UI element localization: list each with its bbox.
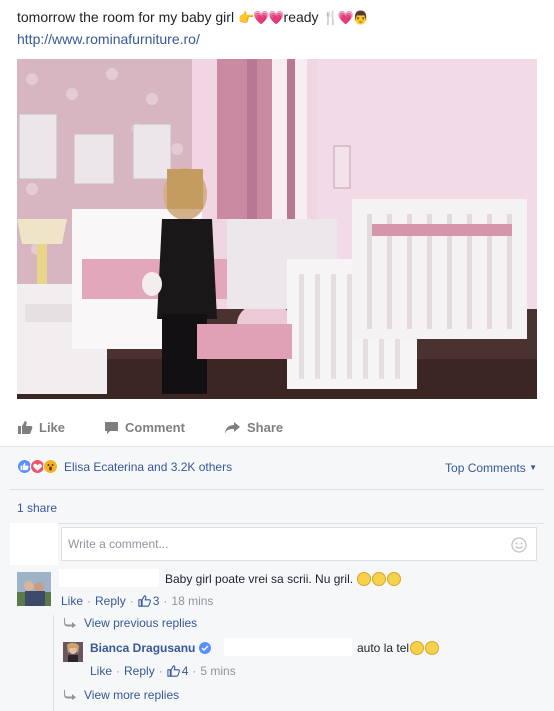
divider — [10, 489, 544, 490]
post-action-bar: Like Comment Share — [0, 412, 554, 446]
like-label: Like — [39, 420, 66, 435]
comment-button[interactable]: Comment — [104, 420, 185, 435]
shares-count[interactable]: 1 share — [17, 501, 57, 515]
wink-emoji-icon — [357, 572, 372, 586]
post-photo[interactable] — [17, 59, 537, 399]
view-previous-replies-link[interactable]: View previous replies — [64, 616, 197, 630]
caption-emojis-2: 🍴💗👨 — [322, 10, 369, 25]
nursery-room-image — [17, 59, 537, 399]
emoji-picker-icon[interactable] — [511, 537, 527, 553]
commenter-name-redacted — [59, 569, 159, 587]
comment-text: Baby girl poate vrei sa scrii. Nu gril. — [165, 572, 402, 586]
commenter-avatar[interactable] — [17, 572, 51, 606]
comment-label: Comment — [125, 420, 185, 435]
view-more-replies-label: View more replies — [84, 688, 180, 702]
share-label: Share — [247, 420, 284, 435]
wow-reaction-icon — [43, 459, 58, 474]
reactions-summary[interactable]: Elisa Ecaterina and 3.2K others — [17, 459, 232, 474]
reply-text: auto la tel — [357, 641, 440, 655]
comment-icon — [105, 421, 118, 434]
share-button[interactable]: Share — [224, 420, 283, 435]
comment-composer[interactable] — [61, 527, 537, 561]
laughing-emoji-icon — [425, 641, 440, 655]
reply-author-avatar[interactable] — [63, 642, 83, 662]
reply-author-name[interactable]: Bianca Dragusanu — [90, 641, 195, 655]
reply-like-link[interactable]: Like — [90, 664, 112, 678]
comment-input[interactable] — [62, 528, 492, 560]
reply-body: auto la tel — [357, 641, 410, 655]
thumbs-up-outline-icon — [167, 665, 180, 677]
share-arrow-icon — [225, 421, 240, 434]
top-comments-dropdown[interactable]: Top Comments ▼ — [445, 461, 537, 475]
thumbs-up-outline-icon — [138, 595, 151, 607]
comment-reply-link[interactable]: Reply — [95, 594, 126, 608]
reply-timestamp[interactable]: 5 mins — [200, 664, 235, 678]
comment-like-count[interactable]: 3 — [153, 594, 160, 608]
thumbs-up-icon — [18, 421, 33, 434]
reactions-summary-text[interactable]: Elisa Ecaterina and 3.2K others — [64, 460, 232, 474]
reply-arrow-icon — [64, 618, 76, 628]
divider — [10, 523, 544, 524]
comment-like-link[interactable]: Like — [61, 594, 83, 608]
grin-emoji-icon — [387, 572, 402, 586]
viewer-avatar-redacted — [10, 523, 58, 565]
top-comments-label: Top Comments — [445, 461, 526, 475]
reply-author[interactable]: Bianca Dragusanu — [90, 641, 212, 655]
reply-like-count[interactable]: 4 — [182, 664, 189, 678]
reply-thread-line — [53, 615, 54, 711]
reply-reply-link[interactable]: Reply — [124, 664, 155, 678]
laughing-emoji-icon — [410, 641, 425, 655]
post-caption-text: tomorrow the room for my baby girl — [17, 9, 235, 25]
verified-badge-icon — [199, 642, 212, 654]
comment-timestamp[interactable]: 18 mins — [171, 594, 213, 608]
post-caption-suffix: ready — [283, 9, 319, 25]
comment-body: Baby girl poate vrei sa scrii. Nu gril. — [165, 572, 354, 586]
comment-meta: Like · Reply · 3 · 18 mins — [61, 594, 214, 608]
view-more-replies-link[interactable]: View more replies — [64, 688, 179, 702]
feedback-section: Elisa Ecaterina and 3.2K others Top Comm… — [0, 446, 554, 711]
post-caption: tomorrow the room for my baby girl 👉💗💗re… — [17, 9, 542, 26]
reply-arrow-icon — [64, 690, 76, 700]
view-previous-replies-label: View previous replies — [84, 616, 198, 630]
caption-emojis-1: 👉💗💗 — [237, 10, 285, 25]
post-link[interactable]: http://www.rominafurniture.ro/ — [17, 31, 200, 47]
caret-down-icon: ▼ — [529, 463, 537, 472]
reply-text-redacted — [224, 638, 352, 656]
reply-meta: Like · Reply · 4 · 5 mins — [90, 664, 236, 678]
like-button[interactable]: Like — [17, 420, 65, 435]
grin-emoji-icon — [372, 572, 387, 586]
